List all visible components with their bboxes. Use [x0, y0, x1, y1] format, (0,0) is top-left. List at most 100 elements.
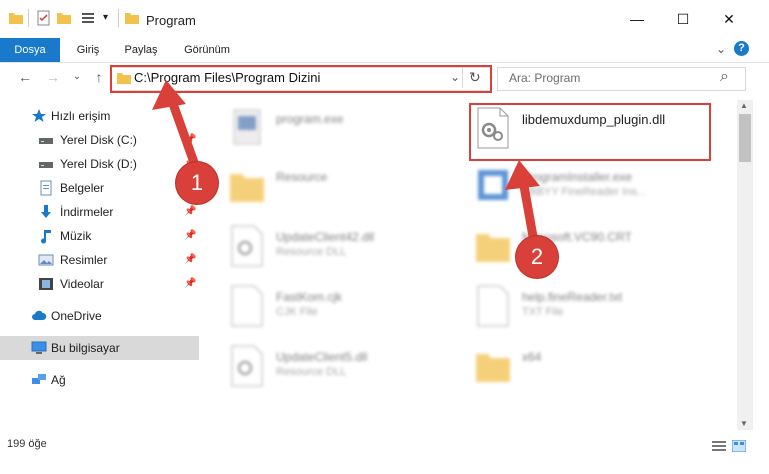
drive-icon — [39, 162, 53, 168]
status-bar — [0, 432, 769, 456]
network-icon — [32, 374, 46, 384]
divider — [28, 9, 29, 27]
properties-icon[interactable] — [36, 10, 52, 26]
pin-icon: 📌 — [184, 206, 197, 217]
item-count: 199 öğe — [7, 438, 47, 450]
music-note-icon — [41, 230, 51, 244]
new-folder-icon[interactable] — [56, 10, 72, 26]
tab-share[interactable]: Paylaş — [116, 38, 166, 62]
highlight-file-box — [469, 103, 711, 161]
file-item[interactable]: UpdateClient42.dll Resource DLL — [228, 224, 468, 272]
recent-locations-button[interactable]: ⌄ — [68, 68, 86, 86]
tab-view[interactable]: Görünüm — [176, 38, 238, 62]
step-badge-2: 2 — [516, 236, 558, 278]
file-item[interactable]: help.fineReader.txt TXT File — [474, 284, 714, 332]
file-item[interactable]: UpdateClient5.dll Resource DLL — [228, 344, 468, 392]
picture-icon — [38, 254, 54, 266]
document-icon — [40, 180, 52, 196]
sidebar-item-network[interactable]: Ağ — [0, 368, 200, 392]
step-badge-1: 1 — [176, 162, 218, 204]
help-icon[interactable]: ? — [734, 41, 749, 56]
file-name: UpdateClient5.dll — [276, 350, 368, 364]
window-title: Program — [146, 13, 196, 28]
cloud-icon — [32, 310, 47, 320]
sidebar-item-label: Hızlı erişim — [51, 109, 111, 123]
up-button[interactable]: ↑ — [90, 68, 108, 86]
sidebar-item-downloads[interactable]: İndirmeler 📌 — [0, 200, 200, 224]
file-name: x64 — [522, 350, 542, 364]
exe-file-icon — [233, 109, 261, 145]
file-type: TXT File — [522, 306, 564, 318]
download-arrow-icon — [41, 205, 51, 218]
pin-icon: 📌 — [184, 134, 197, 145]
file-type: Resource DLL — [276, 366, 347, 378]
file-type: ABBYY FineReader Ins... — [522, 186, 646, 198]
scrollbar-thumb[interactable] — [739, 114, 751, 162]
file-item[interactable]: x64 — [474, 344, 714, 392]
sidebar-item-label: Yerel Disk (D:) — [60, 157, 137, 171]
sidebar-item-label: Belgeler — [60, 181, 105, 195]
divider — [118, 9, 119, 27]
pin-icon: 📌 — [184, 278, 197, 289]
sidebar-item-label: Ağ — [51, 373, 66, 387]
chevron-down-icon[interactable]: ▾ — [103, 12, 108, 23]
pin-icon: 📌 — [184, 254, 197, 265]
maximize-button[interactable]: ☐ — [660, 0, 706, 38]
sidebar-item-music[interactable]: Müzik 📌 — [0, 224, 200, 248]
blank-file-icon — [231, 285, 263, 327]
tab-home[interactable]: Giriş — [64, 38, 112, 62]
scroll-up-icon[interactable]: ▲ — [740, 101, 748, 110]
file-item[interactable]: program.exe — [228, 106, 468, 154]
file-name: FastKom.cjk — [276, 290, 343, 304]
file-type: Resource DLL — [276, 246, 347, 258]
file-name: ProgramInstaller.exe — [522, 170, 633, 184]
sidebar-item-documents[interactable]: Belgeler 📌 — [0, 176, 200, 200]
dll-gear-file-icon — [231, 225, 263, 267]
text-file-icon — [477, 285, 509, 327]
sidebar-item-label: Bu bilgisayar — [51, 341, 120, 355]
highlight-address-box — [110, 65, 492, 93]
scroll-down-icon[interactable]: ▼ — [740, 419, 748, 428]
file-item[interactable]: Resource — [228, 164, 468, 212]
sidebar-item-label: Yerel Disk (C:) — [60, 133, 137, 147]
folder-icon — [476, 234, 510, 262]
search-input[interactable]: Ara: Program — [509, 71, 580, 85]
folder-icon — [9, 13, 23, 24]
file-name: program.exe — [276, 112, 344, 126]
sidebar-item-videos[interactable]: Videolar 📌 — [0, 272, 200, 296]
drive-icon — [39, 138, 53, 144]
video-icon — [39, 278, 53, 290]
close-button[interactable]: ✕ — [706, 0, 752, 38]
sidebar-item-label: Resimler — [60, 253, 108, 267]
computer-icon — [31, 341, 47, 354]
file-name: UpdateClient42.dll — [276, 230, 375, 244]
forward-button[interactable]: → — [44, 68, 62, 86]
installer-icon — [478, 170, 508, 200]
sidebar-item-quick-access[interactable]: Hızlı erişim — [0, 104, 200, 128]
sidebar-item-onedrive[interactable]: OneDrive — [0, 304, 200, 328]
minimize-button[interactable]: — — [614, 0, 660, 38]
file-name: Resource — [276, 170, 328, 184]
sidebar-item-local-disk-d[interactable]: Yerel Disk (D:) 📌 — [0, 152, 200, 176]
sidebar-item-label: Videolar — [60, 277, 104, 291]
file-item[interactable]: Microsoft.VC90.CRT — [474, 224, 714, 272]
sidebar-item-label: İndirmeler — [60, 205, 114, 219]
file-name: help.fineReader.txt — [522, 290, 623, 304]
sidebar-item-label: Müzik — [60, 229, 92, 243]
file-item[interactable]: ProgramInstaller.exe ABBYY FineReader In… — [474, 164, 714, 212]
folder-icon — [476, 354, 510, 382]
details-view-icon[interactable] — [712, 440, 726, 452]
back-button[interactable]: ← — [16, 68, 34, 86]
customize-toolbar-icon[interactable] — [80, 10, 96, 26]
sidebar-item-label: OneDrive — [51, 309, 102, 323]
sidebar-item-pictures[interactable]: Resimler 📌 — [0, 248, 200, 272]
dll-gear-file-icon — [231, 345, 263, 387]
folder-icon — [125, 13, 139, 24]
sidebar-item-local-disk-c[interactable]: Yerel Disk (C:) 📌 — [0, 128, 200, 152]
file-item[interactable]: FastKom.cjk CJK File — [228, 284, 468, 332]
tiles-view-icon[interactable] — [732, 440, 746, 452]
ribbon-expand-icon[interactable]: ⌄ — [716, 42, 726, 56]
tab-file[interactable]: Dosya — [0, 38, 60, 62]
sidebar-item-this-pc[interactable]: Bu bilgisayar — [0, 336, 199, 360]
search-icon[interactable]: ⌕ — [720, 68, 729, 86]
